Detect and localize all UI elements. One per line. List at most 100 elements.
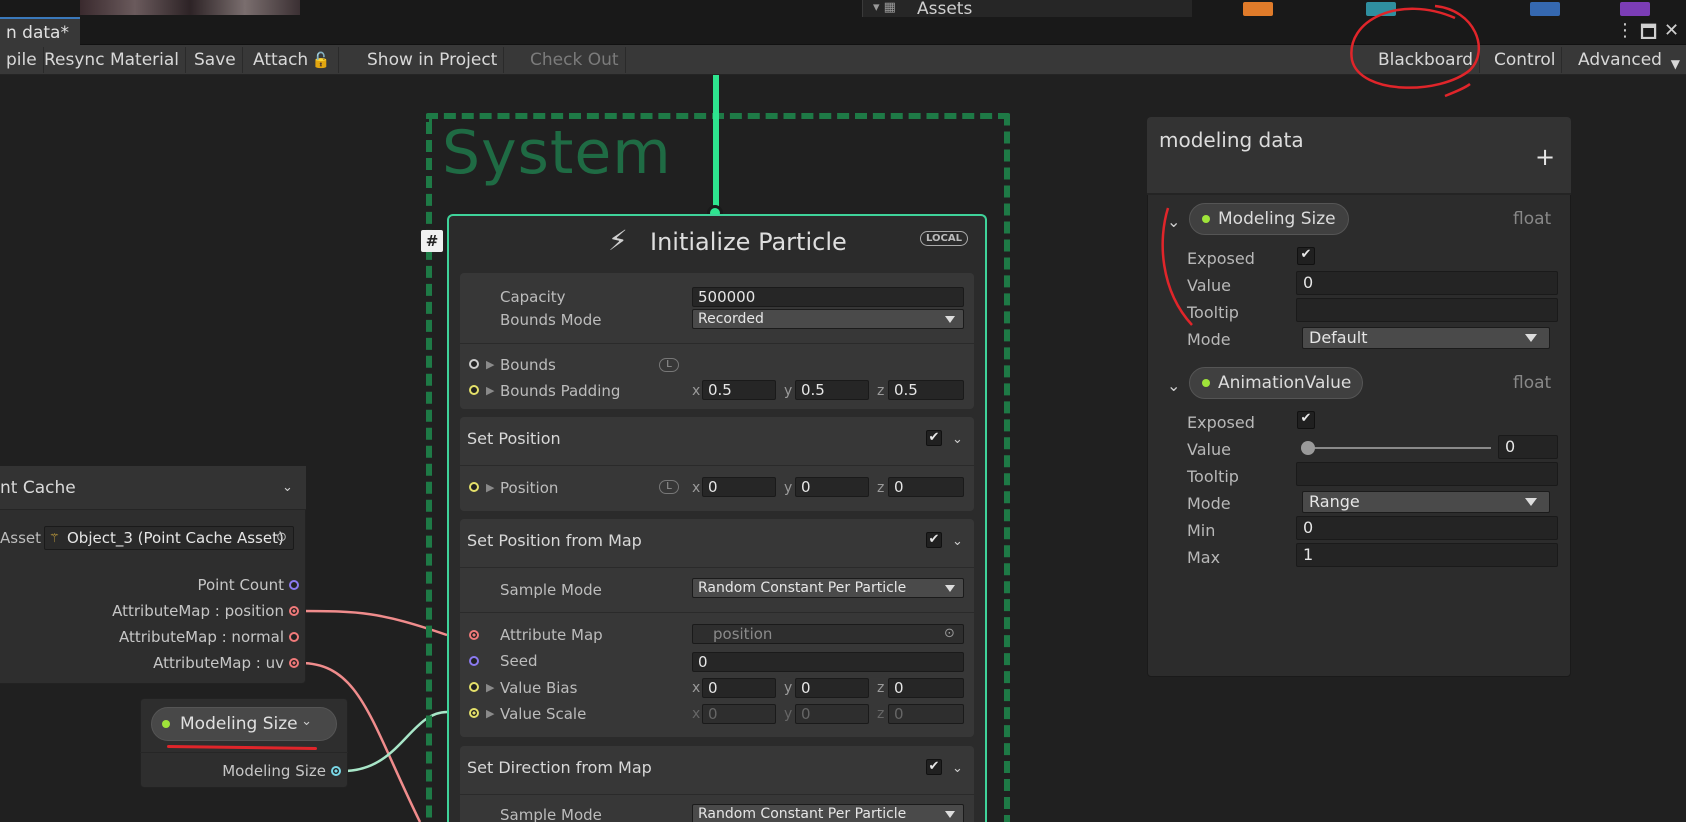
- blackboard-button[interactable]: Blackboard: [1372, 47, 1481, 73]
- attributemap-normal-port[interactable]: [289, 632, 299, 642]
- animation-tooltip-field[interactable]: [1296, 462, 1558, 486]
- hash-marker[interactable]: #: [421, 230, 443, 252]
- max-field[interactable]: 1: [1296, 543, 1558, 567]
- collapse-chevron-icon[interactable]: ⌄: [1167, 376, 1180, 395]
- point-cache-asset-field[interactable]: ⚚ Object_3 (Point Cache Asset) ⊙: [44, 526, 294, 550]
- expand-arrow-icon[interactable]: ▶: [486, 358, 494, 371]
- expand-arrow-icon[interactable]: ▶: [486, 681, 494, 694]
- capacity-field[interactable]: 500000: [692, 287, 964, 307]
- value-bias-port[interactable]: [469, 682, 479, 692]
- check-out-button[interactable]: Check Out: [524, 47, 626, 73]
- attach-label: Attach: [253, 50, 309, 70]
- value-bias-x[interactable]: 0: [702, 678, 776, 698]
- tab-vfx-graph[interactable]: n data*: [0, 17, 80, 45]
- animation-mode-select[interactable]: Range: [1302, 491, 1550, 513]
- chevron-down-icon[interactable]: ⌄: [952, 432, 963, 447]
- asset-thumb-icon[interactable]: [1366, 2, 1396, 16]
- modeling-size-value-field[interactable]: 0: [1296, 271, 1558, 295]
- position-x[interactable]: 0: [702, 477, 776, 497]
- exposed-checkbox[interactable]: ✔: [1297, 247, 1315, 265]
- value-slider-track[interactable]: [1305, 447, 1491, 449]
- capacity-label: Capacity: [500, 288, 566, 306]
- chevron-down-icon[interactable]: ⌄: [282, 480, 293, 495]
- modeling-size-pill[interactable]: Modeling Size ⌄: [151, 707, 337, 741]
- close-icon[interactable]: ✕: [1664, 20, 1679, 41]
- add-property-button[interactable]: +: [1535, 143, 1555, 171]
- bounds-padding-port[interactable]: [469, 385, 479, 395]
- blackboard-title[interactable]: modeling data: [1159, 128, 1304, 152]
- divider: [140, 752, 348, 753]
- assets-panel-header[interactable]: ▾ ▦ Assets: [862, 0, 1192, 19]
- direction-sample-mode-select[interactable]: Random Constant Per Particle: [692, 804, 964, 822]
- attribute-map-port[interactable]: [469, 630, 479, 640]
- save-button[interactable]: Save: [188, 47, 243, 73]
- control-button[interactable]: Control: [1488, 47, 1563, 73]
- flow-link: [713, 75, 719, 212]
- bounds-padding-y[interactable]: 0.5: [795, 380, 869, 400]
- tab-row: [0, 17, 1686, 45]
- property-animationvalue-pill[interactable]: AnimationValue: [1189, 367, 1363, 399]
- asset-thumb-icon[interactable]: [1620, 2, 1650, 16]
- exposed-dot-icon: [162, 720, 170, 728]
- position-y[interactable]: 0: [795, 477, 869, 497]
- tooltip-label: Tooltip: [1187, 467, 1239, 486]
- space-badge[interactable]: LOCAL: [920, 231, 968, 246]
- tooltip-label: Tooltip: [1187, 303, 1239, 322]
- animation-value-field[interactable]: 0: [1498, 435, 1558, 459]
- collapse-chevron-icon[interactable]: ⌄: [1167, 212, 1180, 231]
- object-picker-icon[interactable]: ⊙: [276, 527, 287, 549]
- local-space-badge[interactable]: L: [659, 480, 679, 494]
- modeling-size-mode-select[interactable]: Default: [1302, 327, 1550, 349]
- attribute-map-label: Attribute Map: [500, 626, 603, 644]
- advanced-dropdown[interactable]: Advanced ▼: [1572, 47, 1684, 73]
- show-in-project-button[interactable]: Show in Project: [361, 47, 505, 73]
- chevron-down-icon[interactable]: ⌄: [952, 761, 963, 776]
- property-modeling-size-pill[interactable]: Modeling Size: [1189, 203, 1349, 235]
- value-bias-z[interactable]: 0: [888, 678, 964, 698]
- bounds-mode-select[interactable]: Recorded: [692, 309, 964, 329]
- seed-port[interactable]: [469, 656, 479, 666]
- object-picker-icon[interactable]: ⊙: [944, 626, 955, 641]
- modeling-size-port[interactable]: [331, 766, 341, 776]
- expand-arrow-icon[interactable]: ▶: [486, 481, 494, 494]
- more-options-icon[interactable]: ⋮: [1616, 20, 1634, 41]
- bounds-port[interactable]: [469, 359, 479, 369]
- attribute-map-field[interactable]: position: [692, 624, 964, 644]
- exposed-checkbox[interactable]: ✔: [1297, 411, 1315, 429]
- set-position-map-enabled-checkbox[interactable]: ✔: [926, 532, 942, 548]
- position-port[interactable]: [469, 482, 479, 492]
- point-count-port[interactable]: [289, 580, 299, 590]
- chevron-down-icon[interactable]: ⌄: [301, 714, 312, 729]
- value-slider-handle[interactable]: [1301, 441, 1315, 455]
- min-field[interactable]: 0: [1296, 516, 1558, 540]
- divider: [460, 567, 974, 568]
- expand-arrow-icon[interactable]: ▶: [486, 384, 494, 397]
- asset-thumb-icon[interactable]: [1530, 2, 1560, 16]
- bounds-padding-z[interactable]: 0.5: [888, 380, 964, 400]
- value-scale-port[interactable]: [469, 708, 479, 718]
- sample-mode-label: Sample Mode: [500, 581, 602, 599]
- bounds-padding-x[interactable]: 0.5: [702, 380, 776, 400]
- sample-mode-select[interactable]: Random Constant Per Particle: [692, 578, 964, 598]
- asset-thumb-icon[interactable]: [1243, 2, 1273, 16]
- expand-arrow-icon[interactable]: ▶: [486, 707, 494, 720]
- min-label: Min: [1187, 521, 1216, 540]
- modeling-size-tooltip-field[interactable]: [1296, 298, 1558, 322]
- lock-icon: 🔓: [311, 51, 331, 69]
- set-direction-map-enabled-checkbox[interactable]: ✔: [926, 759, 942, 775]
- resync-material-button[interactable]: Resync Material: [38, 47, 187, 73]
- attributemap-position-port[interactable]: [289, 606, 299, 616]
- seed-field[interactable]: 0: [692, 652, 964, 672]
- value-scale-label: Value Scale: [500, 705, 587, 723]
- exposed-dot-icon: [1202, 379, 1210, 387]
- divider: [460, 343, 974, 344]
- value-bias-y[interactable]: 0: [795, 678, 869, 698]
- attributemap-uv-port[interactable]: [289, 658, 299, 668]
- local-space-badge[interactable]: L: [659, 358, 679, 372]
- chevron-down-icon[interactable]: ⌄: [952, 534, 963, 549]
- set-position-enabled-checkbox[interactable]: ✔: [926, 430, 942, 446]
- value-label: Value: [1187, 440, 1231, 459]
- system-title[interactable]: System: [442, 118, 672, 188]
- position-z[interactable]: 0: [888, 477, 964, 497]
- attach-button[interactable]: Attach 🔓: [247, 47, 340, 73]
